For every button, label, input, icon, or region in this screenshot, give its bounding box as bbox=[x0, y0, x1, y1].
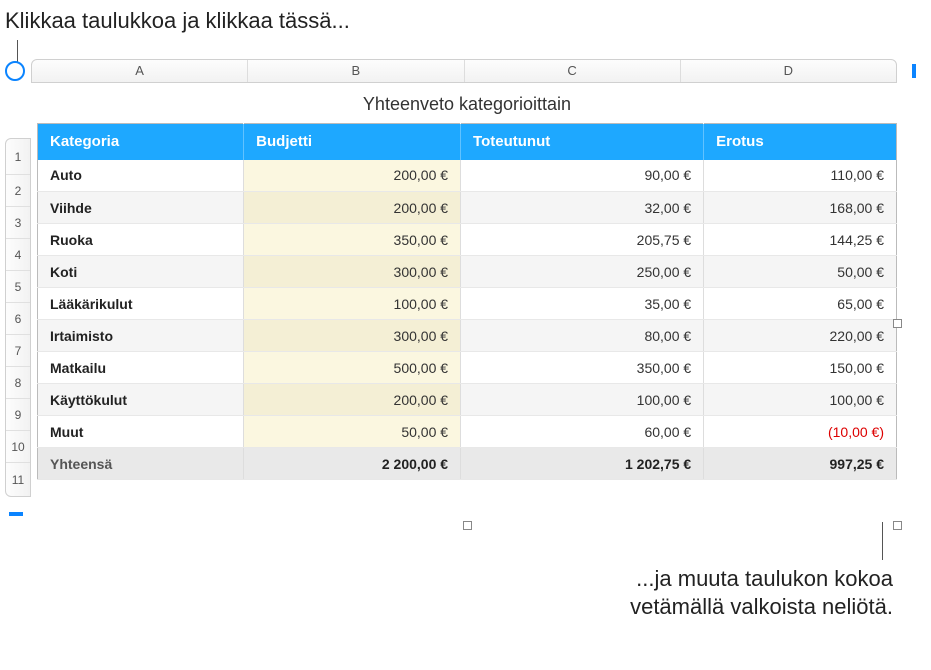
table-title[interactable]: Yhteenveto kategorioittain bbox=[37, 94, 897, 123]
spreadsheet-area: A B C D 1 2 3 4 5 6 7 8 9 10 11 bbox=[5, 58, 925, 525]
column-header-c[interactable]: C bbox=[465, 60, 681, 82]
cell-category[interactable]: Viihde bbox=[38, 192, 244, 224]
cell-actual[interactable]: 80,00 € bbox=[461, 320, 704, 352]
select-all-handle[interactable] bbox=[5, 61, 25, 81]
cell-category[interactable]: Matkailu bbox=[38, 352, 244, 384]
row-headers: 1 2 3 4 5 6 7 8 9 10 11 bbox=[5, 138, 31, 497]
header-budget[interactable]: Budjetti bbox=[244, 124, 461, 160]
row-header-9[interactable]: 9 bbox=[6, 399, 30, 431]
cell-budget[interactable]: 500,00 € bbox=[244, 352, 461, 384]
cell-category[interactable]: Muut bbox=[38, 416, 244, 448]
table-total-row[interactable]: Yhteensä2 200,00 €1 202,75 €997,25 € bbox=[38, 448, 897, 480]
table-row[interactable]: Lääkärikulut100,00 €35,00 €65,00 € bbox=[38, 288, 897, 320]
cell-actual[interactable]: 350,00 € bbox=[461, 352, 704, 384]
row-header-10[interactable]: 10 bbox=[6, 431, 30, 463]
header-actual[interactable]: Toteutunut bbox=[461, 124, 704, 160]
cell-diff[interactable]: 50,00 € bbox=[704, 256, 897, 288]
resize-handle-corner[interactable] bbox=[893, 521, 902, 530]
column-header-a[interactable]: A bbox=[32, 60, 248, 82]
cell-diff[interactable]: 144,25 € bbox=[704, 224, 897, 256]
callout-bottom-leader-line bbox=[882, 522, 883, 560]
callout-top-text: Klikkaa taulukkoa ja klikkaa tässä... bbox=[5, 8, 350, 34]
callout-bottom-text: ...ja muuta taulukon kokoa vetämällä val… bbox=[630, 565, 893, 622]
row-header-8[interactable]: 8 bbox=[6, 367, 30, 399]
cell-budget[interactable]: 350,00 € bbox=[244, 224, 461, 256]
cell-budget[interactable]: 100,00 € bbox=[244, 288, 461, 320]
table-row[interactable]: Viihde200,00 €32,00 €168,00 € bbox=[38, 192, 897, 224]
cell-actual[interactable]: 60,00 € bbox=[461, 416, 704, 448]
cell-category[interactable]: Käyttökulut bbox=[38, 384, 244, 416]
column-header-d[interactable]: D bbox=[681, 60, 896, 82]
column-header-row: A B C D bbox=[5, 58, 925, 84]
cell-category[interactable]: Auto bbox=[38, 160, 244, 192]
header-diff[interactable]: Erotus bbox=[704, 124, 897, 160]
column-header-b[interactable]: B bbox=[248, 60, 464, 82]
cell-category[interactable]: Lääkärikulut bbox=[38, 288, 244, 320]
column-headers: A B C D bbox=[31, 59, 897, 83]
cell-budget[interactable]: 50,00 € bbox=[244, 416, 461, 448]
table-row[interactable]: Ruoka350,00 €205,75 €144,25 € bbox=[38, 224, 897, 256]
cell-budget[interactable]: 200,00 € bbox=[244, 192, 461, 224]
cell-actual[interactable]: 35,00 € bbox=[461, 288, 704, 320]
table-row[interactable]: Irtaimisto300,00 €80,00 €220,00 € bbox=[38, 320, 897, 352]
add-column-handle[interactable] bbox=[903, 60, 925, 82]
table-row[interactable]: Matkailu500,00 €350,00 €150,00 € bbox=[38, 352, 897, 384]
resize-handle-right[interactable] bbox=[893, 319, 902, 328]
add-row-handle[interactable] bbox=[5, 503, 27, 525]
table-row[interactable]: Auto200,00 €90,00 €110,00 € bbox=[38, 160, 897, 192]
cell-category[interactable]: Koti bbox=[38, 256, 244, 288]
cell-diff[interactable]: 150,00 € bbox=[704, 352, 897, 384]
cell-total-actual[interactable]: 1 202,75 € bbox=[461, 448, 704, 480]
table-header-row: Kategoria Budjetti Toteutunut Erotus bbox=[38, 124, 897, 160]
cell-actual[interactable]: 90,00 € bbox=[461, 160, 704, 192]
columns-icon bbox=[912, 64, 916, 78]
row-header-7[interactable]: 7 bbox=[6, 335, 30, 367]
table-row[interactable]: Käyttökulut200,00 €100,00 €100,00 € bbox=[38, 384, 897, 416]
cell-actual[interactable]: 205,75 € bbox=[461, 224, 704, 256]
cell-diff[interactable]: 65,00 € bbox=[704, 288, 897, 320]
cell-diff[interactable]: (10,00 €) bbox=[704, 416, 897, 448]
cell-diff[interactable]: 100,00 € bbox=[704, 384, 897, 416]
cell-category[interactable]: Irtaimisto bbox=[38, 320, 244, 352]
cell-budget[interactable]: 200,00 € bbox=[244, 384, 461, 416]
cell-total-diff[interactable]: 997,25 € bbox=[704, 448, 897, 480]
cell-budget[interactable]: 300,00 € bbox=[244, 256, 461, 288]
rows-icon bbox=[9, 512, 23, 516]
cell-total-label[interactable]: Yhteensä bbox=[38, 448, 244, 480]
row-header-11[interactable]: 11 bbox=[6, 463, 30, 496]
cell-actual[interactable]: 100,00 € bbox=[461, 384, 704, 416]
row-header-3[interactable]: 3 bbox=[6, 207, 30, 239]
row-header-1[interactable]: 1 bbox=[6, 139, 30, 175]
row-header-2[interactable]: 2 bbox=[6, 175, 30, 207]
row-header-4[interactable]: 4 bbox=[6, 239, 30, 271]
row-header-5[interactable]: 5 bbox=[6, 271, 30, 303]
cell-diff[interactable]: 220,00 € bbox=[704, 320, 897, 352]
cell-category[interactable]: Ruoka bbox=[38, 224, 244, 256]
cell-diff[interactable]: 168,00 € bbox=[704, 192, 897, 224]
cell-diff[interactable]: 110,00 € bbox=[704, 160, 897, 192]
cell-actual[interactable]: 32,00 € bbox=[461, 192, 704, 224]
cell-budget[interactable]: 300,00 € bbox=[244, 320, 461, 352]
data-table[interactable]: Kategoria Budjetti Toteutunut Erotus Aut… bbox=[37, 123, 897, 480]
cell-total-budget[interactable]: 2 200,00 € bbox=[244, 448, 461, 480]
row-header-6[interactable]: 6 bbox=[6, 303, 30, 335]
cell-actual[interactable]: 250,00 € bbox=[461, 256, 704, 288]
table-container[interactable]: Yhteenveto kategorioittain Kategoria Bud… bbox=[37, 94, 897, 525]
table-row[interactable]: Koti300,00 €250,00 €50,00 € bbox=[38, 256, 897, 288]
cell-budget[interactable]: 200,00 € bbox=[244, 160, 461, 192]
header-category[interactable]: Kategoria bbox=[38, 124, 244, 160]
resize-handle-bottom[interactable] bbox=[463, 521, 472, 530]
table-row[interactable]: Muut50,00 €60,00 €(10,00 €) bbox=[38, 416, 897, 448]
